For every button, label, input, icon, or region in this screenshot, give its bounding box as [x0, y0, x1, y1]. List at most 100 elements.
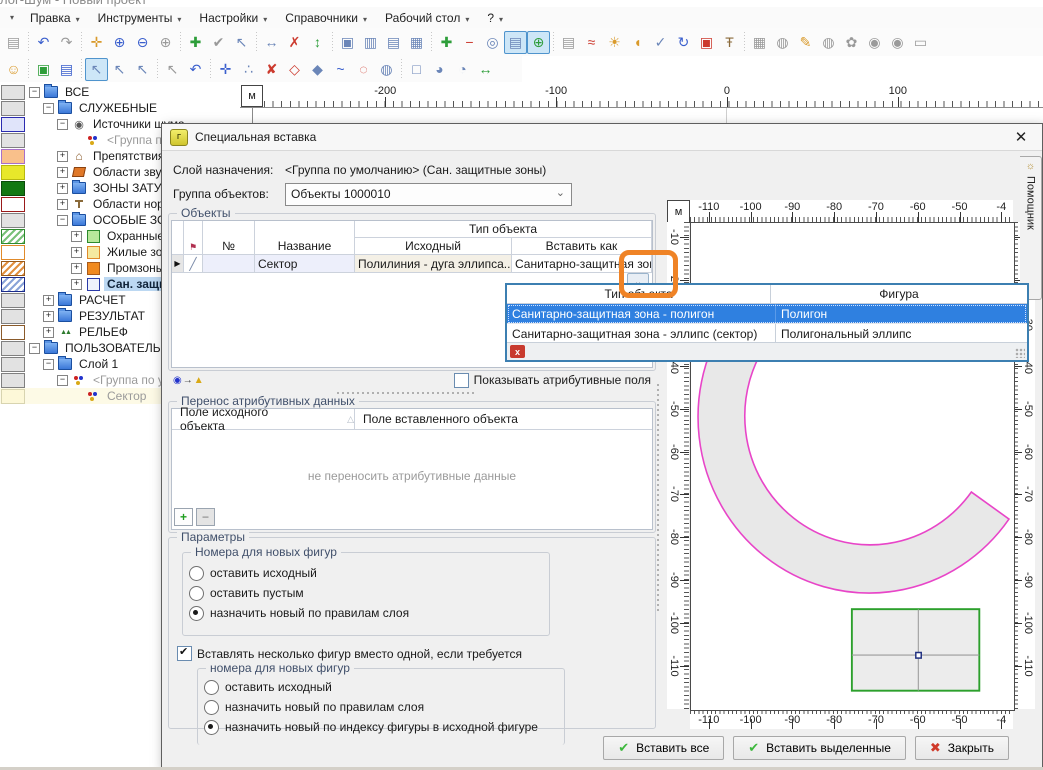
- select-cursor-icon[interactable]: ↖: [85, 58, 108, 81]
- globe-icon[interactable]: ◍: [817, 31, 840, 54]
- sector-blue-icon[interactable]: ◕: [428, 58, 451, 81]
- menu-overflow-caret[interactable]: ▾: [4, 11, 20, 24]
- menu-item-[interactable]: Справочники▾: [277, 9, 375, 27]
- show-attr-fields-checkbox[interactable]: Показывать атрибутивные поля: [454, 373, 651, 388]
- vertex-add-icon[interactable]: ✚: [184, 31, 207, 54]
- nodes-icon[interactable]: ∴: [237, 58, 260, 81]
- tree-item[interactable]: −ВСЕ: [0, 84, 237, 100]
- delete-icon[interactable]: ✘: [260, 58, 283, 81]
- user-icon[interactable]: ☺: [2, 58, 25, 81]
- image-bounds-icon[interactable]: ▣: [695, 31, 718, 54]
- radio-option[interactable]: назначить новый по правилам слоя: [183, 603, 549, 623]
- polyline-nodes-icon[interactable]: ~: [329, 58, 352, 81]
- zoom-select-icon[interactable]: ⊕: [527, 31, 550, 54]
- shape-xor-icon[interactable]: ▦: [405, 31, 428, 54]
- measure-h-icon[interactable]: ↔: [260, 31, 283, 54]
- doc-settings-icon[interactable]: ✎: [794, 31, 817, 54]
- cell-source[interactable]: Полилиния - дуга эллипса...: [355, 255, 512, 273]
- measure-v-icon[interactable]: ↕: [306, 31, 329, 54]
- radio-icon[interactable]: [204, 700, 219, 715]
- print-map-icon[interactable]: ▤: [557, 31, 580, 54]
- tiles-icon[interactable]: ▦: [748, 31, 771, 54]
- expander-minus-icon[interactable]: −: [57, 375, 68, 386]
- scales-icon[interactable]: Ŧ: [718, 31, 741, 54]
- radio-icon[interactable]: [189, 566, 204, 581]
- insert-all-button[interactable]: ✔Вставить все: [603, 736, 724, 760]
- expander-minus-icon[interactable]: −: [43, 359, 54, 370]
- cell-num[interactable]: [203, 255, 255, 273]
- col-header-name[interactable]: Название: [255, 221, 355, 255]
- expander-plus-icon[interactable]: +: [71, 247, 82, 258]
- resize-grip[interactable]: [1015, 348, 1025, 358]
- expander-plus-icon[interactable]: +: [57, 183, 68, 194]
- radio-icon[interactable]: [189, 586, 204, 601]
- checkbox-box[interactable]: [454, 373, 469, 388]
- expander-minus-icon[interactable]: −: [57, 119, 68, 130]
- cursor-remove-icon[interactable]: ↖: [131, 58, 154, 81]
- doc-refresh-icon[interactable]: ↻: [672, 31, 695, 54]
- radio-option[interactable]: оставить исходный: [183, 563, 549, 583]
- col-header-source[interactable]: Исходный: [355, 238, 512, 255]
- expander-minus-icon[interactable]: −: [43, 103, 54, 114]
- multi-figures-checkbox[interactable]: Вставлять несколько фигур вместо одной, …: [177, 646, 522, 661]
- add-field-button[interactable]: +: [174, 508, 193, 526]
- shape-union-icon[interactable]: ▣: [336, 31, 359, 54]
- radio-option[interactable]: оставить исходный: [198, 677, 564, 697]
- print-icon[interactable]: ▤: [2, 31, 25, 54]
- zoom-out-icon[interactable]: ⊖: [131, 31, 154, 54]
- radio-option[interactable]: назначить новый по правилам слоя: [198, 697, 564, 717]
- light-bulb-icon[interactable]: ☀: [603, 31, 626, 54]
- binoculars-icon[interactable]: ◍: [771, 31, 794, 54]
- menu-item-[interactable]: Инструменты▾: [90, 9, 190, 27]
- object-group-select[interactable]: Объекты 1000010 ⌄: [285, 183, 572, 206]
- menu-item-[interactable]: Правка▾: [22, 9, 88, 27]
- insert-selected-button[interactable]: ✔Вставить выделенные: [733, 736, 906, 760]
- measure-delete-icon[interactable]: ✗: [283, 31, 306, 54]
- undo-icon[interactable]: ↶: [32, 31, 55, 54]
- photo-icon[interactable]: ▭: [909, 31, 932, 54]
- scale-bar-icon[interactable]: ▤: [504, 31, 527, 54]
- helper-panel-tab[interactable]: ☼ Помощник: [1020, 156, 1042, 300]
- expander-minus-icon[interactable]: −: [29, 87, 40, 98]
- cursor-add-icon[interactable]: ↖: [108, 58, 131, 81]
- fan-icon[interactable]: ✿: [840, 31, 863, 54]
- expander-plus-icon[interactable]: +: [43, 327, 54, 338]
- vertex-select-icon[interactable]: ↖: [230, 31, 253, 54]
- profile-chart-icon[interactable]: ≈: [580, 31, 603, 54]
- menu-item-[interactable]: Настройки▾: [191, 9, 275, 27]
- radio-option[interactable]: назначить новый по индексу фигуры в исхо…: [198, 717, 564, 737]
- pan-plus-icon[interactable]: ✛: [85, 31, 108, 54]
- polygon-red-icon[interactable]: ◇: [283, 58, 306, 81]
- checkbox-box[interactable]: [177, 646, 192, 661]
- cursor-return-icon[interactable]: ↶: [184, 58, 207, 81]
- polygon-blue-icon[interactable]: □: [405, 58, 428, 81]
- layers-icon[interactable]: ▤: [55, 58, 78, 81]
- ellipse-hatch-icon[interactable]: ◍: [375, 58, 398, 81]
- cursor-copy-icon[interactable]: ↖: [161, 58, 184, 81]
- corner-icon[interactable]: ◆: [306, 58, 329, 81]
- move-icon[interactable]: ✛: [214, 58, 237, 81]
- expander-plus-icon[interactable]: +: [57, 151, 68, 162]
- expander-plus-icon[interactable]: +: [71, 279, 82, 290]
- menu-item-[interactable]: Рабочий стол▾: [377, 9, 477, 27]
- object-remove-icon[interactable]: −: [458, 31, 481, 54]
- radio-option[interactable]: оставить пустым: [183, 583, 549, 603]
- expander-plus-icon[interactable]: +: [57, 167, 68, 178]
- dropdown-option[interactable]: Санитарно-защитная зона - полигонПолигон: [507, 304, 1027, 324]
- sound-icon[interactable]: ◉: [863, 31, 886, 54]
- expander-plus-icon[interactable]: +: [71, 263, 82, 274]
- radio-icon[interactable]: [204, 720, 219, 735]
- arc-blue-icon[interactable]: ◔: [451, 58, 474, 81]
- layer-add-icon[interactable]: ▣: [32, 58, 55, 81]
- shape-subtract-icon[interactable]: ▤: [382, 31, 405, 54]
- sound-direction-icon[interactable]: ◉: [886, 31, 909, 54]
- safety-helmet-icon[interactable]: ◖: [626, 31, 649, 54]
- expander-plus-icon[interactable]: +: [57, 199, 68, 210]
- tree-item[interactable]: −СЛУЖЕБНЫЕ: [0, 100, 237, 116]
- menu-item-[interactable]: ?▾: [479, 9, 511, 27]
- doc-check-icon[interactable]: ✓: [649, 31, 672, 54]
- cell-name[interactable]: Сектор: [255, 255, 355, 273]
- ellipse-points-icon[interactable]: ◌: [352, 58, 375, 81]
- source-field-header[interactable]: Поле исходного объекта △: [172, 409, 355, 429]
- close-button[interactable]: ✖Закрыть: [915, 736, 1009, 760]
